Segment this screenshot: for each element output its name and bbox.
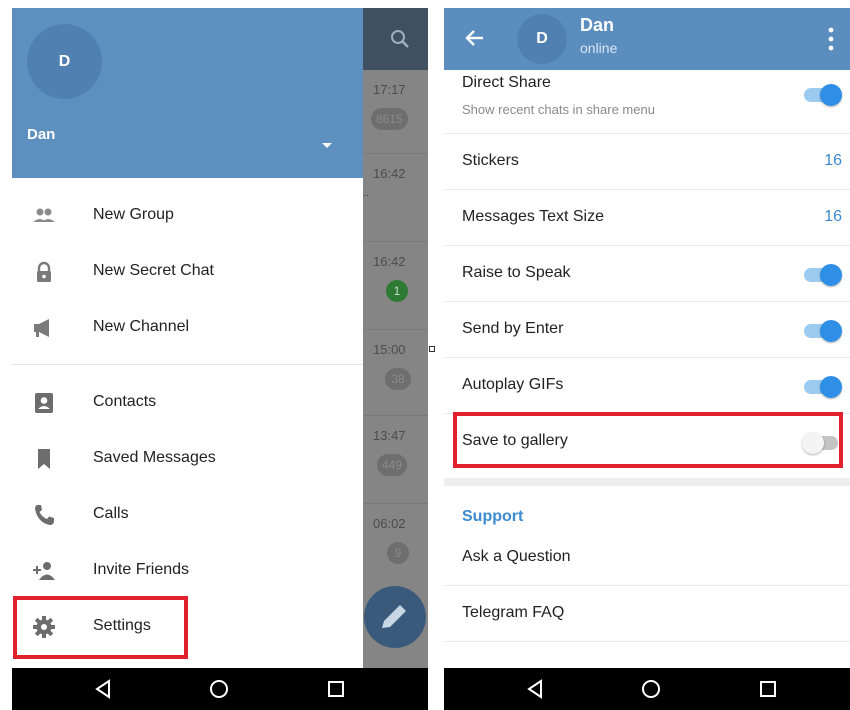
back-arrow-icon[interactable]	[464, 27, 486, 49]
save-to-gallery-highlight-box	[453, 412, 843, 468]
autoplay-gifs-toggle[interactable]	[802, 376, 842, 398]
setting-send-by-enter[interactable]: Send by Enter	[444, 302, 850, 358]
drawer-header: D Dan	[12, 8, 363, 178]
stickers-count: 16	[824, 152, 842, 169]
compose-fab[interactable]	[364, 586, 426, 648]
support-telegram-faq[interactable]: Telegram FAQ	[444, 586, 850, 642]
settings-highlight-box	[13, 596, 188, 659]
account-switch-arrow-icon[interactable]	[322, 143, 332, 148]
menu-item-label: New Secret Chat	[93, 262, 214, 279]
chat-list-dimmed: 17:17 8615 16:42 .. 16:42 1 15:00 38 13:…	[363, 8, 428, 668]
menu-item-new-group[interactable]: New Group	[12, 188, 363, 244]
setting-messages-text-size[interactable]: Messages Text Size 16	[444, 190, 850, 246]
chat-list-toolbar	[363, 8, 428, 70]
menu-item-label: Contacts	[93, 393, 157, 410]
setting-raise-to-speak[interactable]: Raise to Speak	[444, 246, 850, 302]
support-ask-question[interactable]: Ask a Question	[444, 530, 850, 586]
pencil-icon	[382, 605, 406, 628]
support-item-label: Telegram FAQ	[462, 604, 565, 621]
drawer-divider	[12, 364, 363, 365]
support-section-header: Support	[462, 508, 524, 525]
profile-name: Dan	[580, 15, 615, 35]
left-phone-screen: 17:17 8615 16:42 .. 16:42 1 15:00 38 13:…	[12, 8, 428, 710]
setting-subtitle: Show recent chats in share menu	[462, 102, 655, 117]
profile-status: online	[580, 40, 618, 56]
setting-stickers[interactable]: Stickers 16	[444, 134, 850, 190]
avatar[interactable]: D	[517, 14, 567, 64]
chat-row[interactable]: 15:00 38	[363, 330, 428, 416]
navigation-drawer: D Dan New Group New Secret Chat New Chan…	[12, 8, 363, 668]
section-separator	[444, 478, 850, 486]
chat-time: 16:42	[373, 166, 406, 181]
menu-item-new-secret-chat[interactable]: New Secret Chat	[12, 244, 363, 300]
chat-time: 15:00	[373, 342, 406, 357]
unread-badge: 38	[385, 368, 411, 390]
send-by-enter-toggle[interactable]	[802, 320, 842, 342]
setting-label: Autoplay GIFs	[462, 376, 564, 393]
menu-item-invite-friends[interactable]: Invite Friends	[12, 543, 363, 599]
nav-home-icon[interactable]	[208, 678, 230, 700]
menu-item-label: Calls	[93, 505, 129, 522]
more-vert-icon[interactable]	[828, 26, 834, 52]
setting-label: Raise to Speak	[462, 264, 571, 281]
support-item-label: Ask a Question	[462, 548, 571, 565]
chat-row[interactable]: 16:42 1	[363, 242, 428, 330]
setting-direct-share[interactable]: Direct Share Show recent chats in share …	[444, 70, 850, 134]
menu-item-contacts[interactable]: Contacts	[12, 375, 363, 431]
contact-card-icon	[35, 393, 53, 413]
group-icon	[33, 208, 55, 222]
menu-item-saved-messages[interactable]: Saved Messages	[12, 431, 363, 487]
nav-back-icon[interactable]	[524, 678, 546, 700]
divider-handle	[429, 346, 435, 352]
unread-badge: 449	[377, 454, 408, 476]
menu-item-new-channel[interactable]: New Channel	[12, 300, 363, 356]
setting-label: Send by Enter	[462, 320, 564, 337]
chat-row[interactable]: 17:17 8615	[363, 70, 428, 154]
setting-autoplay-gifs[interactable]: Autoplay GIFs	[444, 358, 850, 414]
menu-item-label: New Channel	[93, 318, 190, 335]
setting-label: Messages Text Size	[462, 208, 604, 225]
menu-item-label: Invite Friends	[93, 561, 190, 578]
chat-row[interactable]: 13:47 449	[363, 416, 428, 504]
phone-icon	[35, 505, 54, 525]
setting-label: Direct Share	[462, 74, 551, 91]
android-nav-bar	[12, 668, 428, 710]
nav-home-icon[interactable]	[640, 678, 662, 700]
unread-badge: 1	[386, 280, 408, 302]
nav-back-icon[interactable]	[92, 678, 114, 700]
megaphone-icon	[34, 319, 49, 337]
right-phone-screen: D Dan online Direct Share Show recent ch…	[444, 8, 850, 710]
setting-label: Stickers	[462, 152, 519, 169]
more-dots-icon: ..	[363, 187, 370, 199]
nav-recents-icon[interactable]	[757, 678, 779, 700]
menu-item-label: New Group	[93, 206, 174, 223]
menu-item-calls[interactable]: Calls	[12, 487, 363, 543]
nav-recents-icon[interactable]	[325, 678, 347, 700]
raise-to-speak-toggle[interactable]	[802, 264, 842, 286]
unread-badge: 8615	[371, 108, 408, 130]
menu-item-label: Saved Messages	[93, 449, 216, 466]
avatar[interactable]: D	[27, 24, 102, 99]
chat-settings-toolbar: D Dan online	[444, 8, 850, 70]
direct-share-toggle[interactable]	[802, 84, 842, 106]
bookmark-icon	[38, 449, 50, 469]
chat-time: 17:17	[373, 82, 406, 97]
add-person-icon	[33, 562, 55, 580]
drawer-user-name: Dan	[27, 126, 56, 143]
chat-time: 13:47	[373, 428, 406, 443]
lock-icon	[37, 261, 51, 282]
android-nav-bar	[444, 668, 850, 710]
chat-row[interactable]: 16:42 ..	[363, 154, 428, 242]
search-icon[interactable]	[389, 28, 411, 50]
chat-time: 16:42	[373, 254, 406, 269]
chat-time: 06:02	[373, 516, 406, 531]
text-size-value: 16	[824, 208, 842, 225]
chat-row[interactable]: 06:02 9	[363, 504, 428, 586]
unread-badge: 9	[387, 542, 409, 564]
